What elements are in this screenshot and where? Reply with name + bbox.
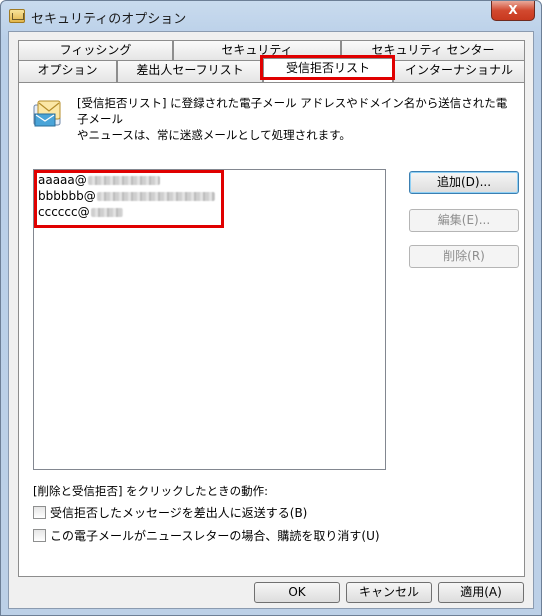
tab-security[interactable]: セキュリティ <box>173 40 341 60</box>
apply-button[interactable]: 適用(A) <box>438 582 524 603</box>
tab-security-center[interactable]: セキュリティ センター <box>341 40 525 60</box>
add-button[interactable]: 追加(D)... <box>409 171 519 194</box>
tab-international[interactable]: インターナショナル <box>393 60 525 82</box>
unsubscribe-label: この電子メールがニュースレターの場合、購読を取り消す(U) <box>50 529 380 543</box>
envelope-list-icon <box>33 100 61 127</box>
redacted-domain <box>90 208 123 217</box>
list-item[interactable]: bbbbbb@ <box>38 188 215 204</box>
tab-options[interactable]: オプション <box>18 60 117 82</box>
return-to-sender-checkbox[interactable] <box>33 506 46 519</box>
panel-description: [受信拒否リスト] に登録された電子メール アドレスやドメイン名から送信された電… <box>77 95 517 143</box>
tab-safe-senders[interactable]: 差出人セーフリスト <box>117 60 263 82</box>
delete-action-label: [削除と受信拒否] をクリックしたときの動作: <box>33 484 269 498</box>
security-options-window: セキュリティのオプション X フィッシング セキュリティ セキュリティ センター… <box>0 0 542 616</box>
description-line-1: [受信拒否リスト] に登録された電子メール アドレスやドメイン名から送信された電… <box>77 96 508 126</box>
list-item-address: aaaaa@ <box>38 173 87 187</box>
list-item-address: cccccc@ <box>38 205 90 219</box>
list-item-address: bbbbbb@ <box>38 189 96 203</box>
redacted-domain <box>87 176 160 185</box>
blocked-senders-panel: [受信拒否リスト] に登録された電子メール アドレスやドメイン名から送信された電… <box>18 82 525 577</box>
list-item[interactable]: aaaaa@ <box>38 172 160 188</box>
redacted-domain <box>96 192 215 201</box>
edit-button[interactable]: 編集(E)... <box>409 209 519 232</box>
return-to-sender-option[interactable]: 受信拒否したメッセージを差出人に返送する(B) <box>33 506 307 522</box>
tab-phishing[interactable]: フィッシング <box>18 40 173 60</box>
ok-button[interactable]: OK <box>254 582 340 603</box>
remove-button[interactable]: 削除(R) <box>409 245 519 268</box>
window-title: セキュリティのオプション <box>31 12 187 27</box>
tab-blocked-senders[interactable]: 受信拒否リスト <box>263 58 393 82</box>
blocked-senders-list[interactable]: aaaaa@ bbbbbb@ cccccc@ <box>33 169 386 470</box>
close-button[interactable]: X <box>491 1 535 21</box>
unsubscribe-option[interactable]: この電子メールがニュースレターの場合、購読を取り消す(U) <box>33 529 380 545</box>
return-to-sender-label: 受信拒否したメッセージを差出人に返送する(B) <box>50 506 308 520</box>
cancel-button[interactable]: キャンセル <box>346 582 432 603</box>
title-bar[interactable]: セキュリティのオプション X <box>1 1 541 31</box>
list-item[interactable]: cccccc@ <box>38 204 123 220</box>
unsubscribe-checkbox[interactable] <box>33 529 46 542</box>
description-line-2: やニュースは、常に迷惑メールとして処理されます。 <box>77 128 351 142</box>
outlook-window-icon <box>9 9 25 23</box>
dialog-body: フィッシング セキュリティ セキュリティ センター オプション 差出人セーフリス… <box>8 31 534 609</box>
